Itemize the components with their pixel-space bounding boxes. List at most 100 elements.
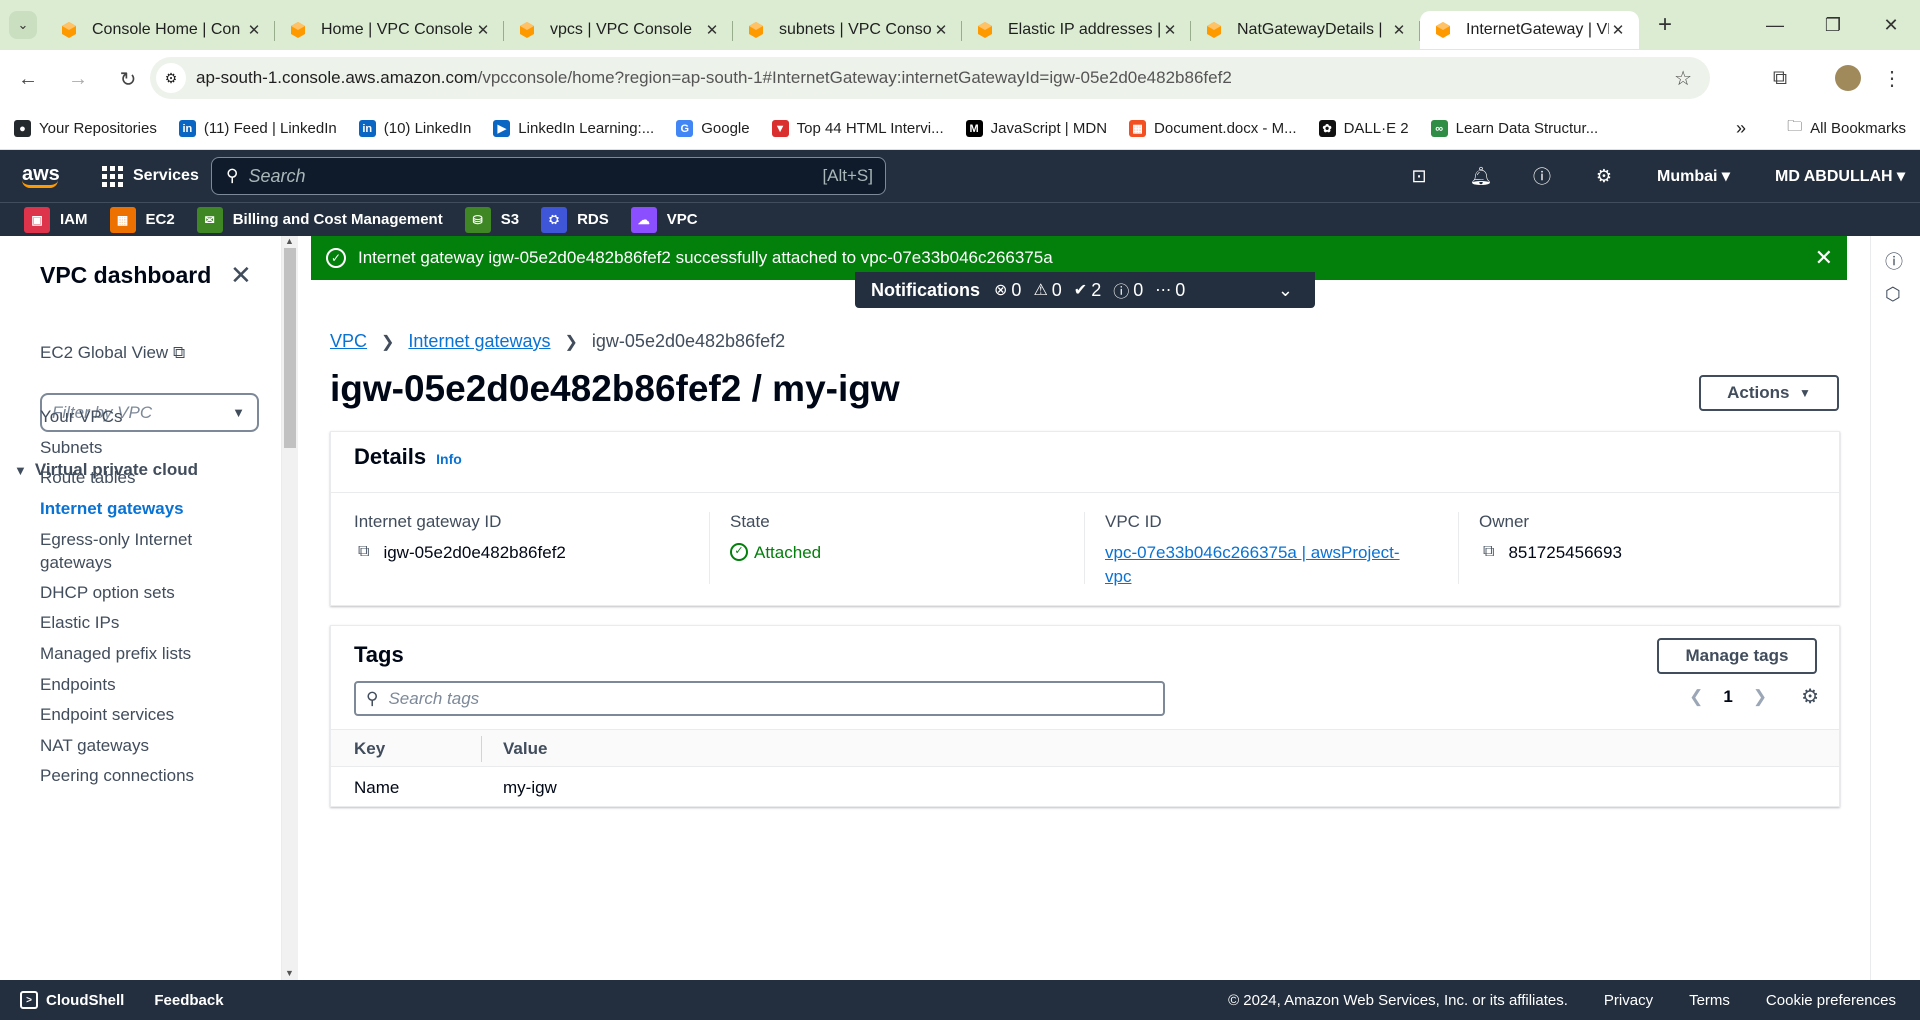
- more-bookmarks-icon[interactable]: »: [1736, 118, 1746, 139]
- gear-icon[interactable]: ⚙: [1801, 684, 1819, 709]
- notifications-bar[interactable]: Notifications ⊗ 0 ⚠ 0 ✔ 2 ⓘ 0 ⋯ 0 ⌄: [855, 272, 1315, 308]
- close-tab-icon[interactable]: ✕: [1609, 21, 1627, 39]
- chevron-right-icon[interactable]: ❯: [1753, 687, 1767, 707]
- aws-favicon-icon: [289, 21, 307, 39]
- back-button[interactable]: ←: [6, 57, 50, 101]
- region-selector[interactable]: Mumbai ▾: [1657, 166, 1730, 186]
- info-link[interactable]: Info: [436, 451, 462, 467]
- copy-icon[interactable]: ⧉: [1483, 541, 1494, 563]
- scrollbar-thumb[interactable]: [284, 248, 296, 448]
- bookmark-item[interactable]: in (11) Feed | LinkedIn: [178, 120, 337, 137]
- bookmark-item[interactable]: in (10) LinkedIn: [358, 120, 471, 137]
- chevron-down-icon[interactable]: ⌄: [1278, 280, 1293, 301]
- browser-tab[interactable]: Elastic IP addresses | ✕: [962, 11, 1191, 49]
- favorite-service-s3[interactable]: ⛁ S3: [464, 206, 519, 233]
- terms-link[interactable]: Terms: [1689, 992, 1730, 1009]
- sidebar-item-internet-gateways[interactable]: Internet gateways: [40, 499, 184, 519]
- close-tab-icon[interactable]: ✕: [932, 21, 950, 39]
- actions-button[interactable]: Actions ▼: [1699, 375, 1839, 411]
- scroll-up-icon[interactable]: ▲: [285, 236, 294, 246]
- ec2-global-view-link[interactable]: EC2 Global View ⧉: [40, 343, 185, 363]
- breadcrumb-vpc[interactable]: VPC: [330, 331, 367, 352]
- help-icon[interactable]: ⓘ: [1528, 162, 1556, 190]
- favorite-service-vpc[interactable]: ☁ VPC: [630, 206, 698, 233]
- bookmark-item[interactable]: M JavaScript | MDN: [965, 120, 1107, 137]
- bookmark-item[interactable]: ▼ Top 44 HTML Intervi...: [771, 120, 944, 137]
- favorite-service-billing[interactable]: ✉ Billing and Cost Management: [196, 206, 443, 233]
- feedback-link[interactable]: Feedback: [154, 992, 223, 1009]
- browser-tab[interactable]: Home | VPC Console ✕: [275, 11, 504, 49]
- bookmark-star-icon[interactable]: ☆: [1674, 66, 1692, 91]
- manage-tags-button[interactable]: Manage tags: [1657, 638, 1817, 674]
- browser-tab[interactable]: InternetGateway | VP ✕: [1420, 11, 1639, 49]
- bookmark-item[interactable]: G Google: [676, 120, 750, 137]
- page-number[interactable]: 1: [1723, 687, 1732, 707]
- search-tags-input[interactable]: ⚲ Search tags: [354, 681, 1165, 716]
- sidebar-item-elastic-ips[interactable]: Elastic IPs: [40, 613, 119, 633]
- sidebar-item-route-tables[interactable]: Route tables: [40, 468, 135, 488]
- sidebar-item-your-vpcs[interactable]: Your VPCs: [40, 407, 123, 427]
- browser-tab[interactable]: subnets | VPC Conso ✕: [733, 11, 962, 49]
- profile-avatar[interactable]: [1828, 58, 1868, 98]
- favorite-service-rds[interactable]: ⛭ RDS: [541, 206, 609, 233]
- restore-button[interactable]: ❐: [1804, 0, 1862, 50]
- gear-icon[interactable]: ⚙: [1590, 162, 1618, 190]
- cookie-preferences-link[interactable]: Cookie preferences: [1766, 992, 1896, 1009]
- browser-tab[interactable]: vpcs | VPC Console ✕: [504, 11, 733, 49]
- close-window-button[interactable]: ✕: [1862, 0, 1920, 50]
- scroll-down-icon[interactable]: ▼: [285, 968, 294, 978]
- extensions-icon[interactable]: ⧉: [1760, 58, 1800, 98]
- sidebar-item-nat-gateways[interactable]: NAT gateways: [40, 736, 149, 756]
- cloudshell-button[interactable]: > CloudShell: [20, 991, 124, 1009]
- browser-menu-icon[interactable]: ⋮: [1872, 58, 1912, 98]
- bookmark-item[interactable]: ● Your Repositories: [14, 120, 157, 137]
- aws-search-input[interactable]: ⚲ Search [Alt+S]: [211, 157, 886, 195]
- info-icon[interactable]: ⓘ: [1885, 248, 1903, 274]
- close-icon[interactable]: ✕: [230, 260, 252, 291]
- bell-icon[interactable]: 🔔︎: [1467, 162, 1495, 190]
- close-tab-icon[interactable]: ✕: [474, 21, 492, 39]
- aws-favicon-icon: [747, 21, 765, 39]
- sidebar-item-managed-prefix-lists[interactable]: Managed prefix lists: [40, 644, 191, 664]
- services-menu[interactable]: Services: [102, 165, 199, 187]
- site-info-icon[interactable]: ⚙: [156, 63, 186, 93]
- bookmarks-bar: ● Your Repositories in (11) Feed | LinkedIn…: [0, 108, 1920, 150]
- favorite-service-iam[interactable]: ▣ IAM: [24, 206, 88, 233]
- browser-tab[interactable]: NatGatewayDetails | ✕: [1191, 11, 1420, 49]
- address-bar[interactable]: ⚙ ap-south-1.console.aws.amazon.com/vpcc…: [150, 57, 1710, 99]
- user-menu[interactable]: MD ABDULLAH ▾: [1775, 166, 1905, 186]
- bookmark-item[interactable]: ✿ DALL·E 2: [1318, 120, 1409, 137]
- all-bookmarks-button[interactable]: 🗀 All Bookmarks: [1787, 116, 1906, 141]
- sidebar-item-subnets[interactable]: Subnets: [40, 438, 102, 458]
- copy-icon[interactable]: ⧉: [358, 541, 369, 563]
- sidebar-item-dhcp-option-sets[interactable]: DHCP option sets: [40, 583, 175, 603]
- sidenav-scrollbar[interactable]: ▲ ▼: [282, 236, 298, 980]
- cloudshell-icon[interactable]: ⊡: [1405, 162, 1433, 190]
- hexagon-icon[interactable]: ⬡: [1885, 284, 1901, 305]
- forward-button[interactable]: →: [56, 57, 100, 101]
- tab-search-button[interactable]: ⌄: [0, 0, 46, 50]
- close-tab-icon[interactable]: ✕: [245, 21, 263, 39]
- bookmark-item[interactable]: ▦ Document.docx - M...: [1129, 120, 1297, 137]
- aws-logo[interactable]: aws: [22, 164, 62, 188]
- bookmark-item[interactable]: ∞ Learn Data Structur...: [1430, 120, 1598, 137]
- bookmark-favicon-icon: ▼: [771, 120, 789, 137]
- close-tab-icon[interactable]: ✕: [703, 21, 721, 39]
- new-tab-button[interactable]: +: [1645, 11, 1685, 39]
- vpc-id-link[interactable]: vpc-07e33b046c266375a | awsProject-vpc: [1105, 541, 1415, 589]
- browser-tab[interactable]: Console Home | Con ✕: [46, 11, 275, 49]
- minimize-button[interactable]: —: [1746, 0, 1804, 50]
- close-tab-icon[interactable]: ✕: [1390, 21, 1408, 39]
- dismiss-flash-button[interactable]: ✕: [1815, 245, 1833, 271]
- chevron-left-icon[interactable]: ❮: [1689, 687, 1703, 707]
- sidebar-item-peering-connections[interactable]: Peering connections: [40, 766, 194, 786]
- sidebar-item-egress-only-internet-gateways[interactable]: Egress-only Internet gateways: [40, 529, 220, 575]
- close-tab-icon[interactable]: ✕: [1161, 21, 1179, 39]
- sidebar-item-endpoint-services[interactable]: Endpoint services: [40, 705, 174, 725]
- sidebar-item-endpoints[interactable]: Endpoints: [40, 675, 116, 695]
- breadcrumb-internet-gateways[interactable]: Internet gateways: [408, 331, 550, 352]
- privacy-link[interactable]: Privacy: [1604, 992, 1653, 1009]
- favorite-service-ec2[interactable]: ▦ EC2: [109, 206, 175, 233]
- bookmark-item[interactable]: ▶ LinkedIn Learning:...: [493, 120, 654, 137]
- reload-button[interactable]: ↻: [106, 57, 150, 101]
